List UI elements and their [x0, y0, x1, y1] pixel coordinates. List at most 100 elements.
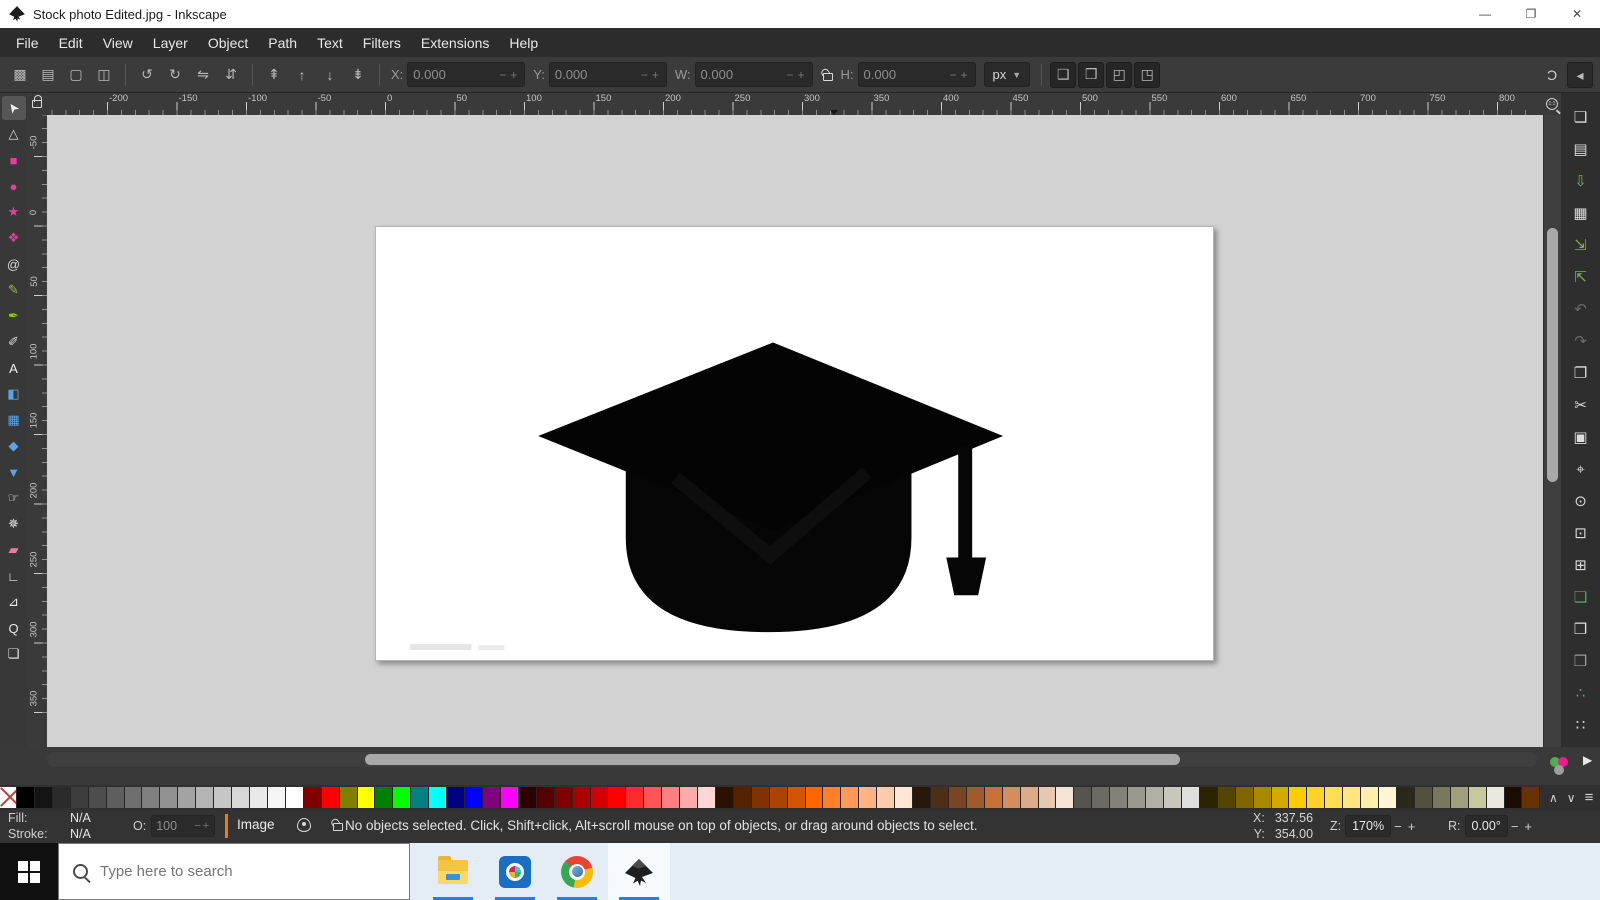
palette-swatch[interactable] — [501, 787, 519, 808]
commands-more-button[interactable]: ▶ — [1583, 753, 1592, 767]
palette-swatch[interactable] — [895, 787, 913, 808]
menu-item[interactable]: View — [93, 31, 143, 55]
select-all-layers-button[interactable]: ▤ — [35, 62, 61, 88]
guide-lock-corner[interactable] — [27, 93, 47, 115]
y-increment[interactable]: + — [650, 68, 661, 82]
menu-item[interactable]: Layer — [143, 31, 198, 55]
palette-swatch[interactable] — [89, 787, 107, 808]
color-management-icon[interactable] — [1548, 755, 1570, 777]
palette-swatch[interactable] — [1182, 787, 1200, 808]
palette-swatch[interactable] — [1289, 787, 1307, 808]
palette-swatch[interactable] — [680, 787, 698, 808]
canvas[interactable] — [47, 115, 1543, 747]
paint-bucket-tool[interactable]: ▼ — [2, 460, 26, 484]
zoom-page-button[interactable]: ⊡ — [1567, 519, 1595, 547]
palette-none-swatch[interactable] — [0, 787, 17, 808]
measure-tool[interactable]: ⊿ — [2, 590, 26, 614]
palette-swatch[interactable] — [841, 787, 859, 808]
taskbar-search[interactable] — [58, 843, 410, 900]
palette-swatch[interactable] — [1487, 787, 1505, 808]
tweak-tool[interactable]: ☞ — [2, 486, 26, 510]
minimize-button[interactable]: — — [1462, 0, 1508, 28]
snap-toggle-button[interactable]: Ɔ — [1539, 62, 1565, 88]
y-decrement[interactable]: − — [639, 68, 650, 82]
palette-swatch[interactable] — [1361, 787, 1379, 808]
palette-swatch[interactable] — [1128, 787, 1146, 808]
pen-tool[interactable]: ✒ — [2, 304, 26, 328]
move-gradients-toggle[interactable]: ◰ — [1106, 62, 1132, 88]
vertical-scrollbar[interactable] — [1544, 115, 1561, 747]
duplicate-button[interactable]: ❏ — [1567, 583, 1595, 611]
vertical-scrollbar-thumb[interactable] — [1547, 228, 1558, 482]
selector-tool[interactable]: ➤ — [2, 96, 26, 120]
import-button[interactable]: ⇲ — [1567, 231, 1595, 259]
palette-swatch[interactable] — [537, 787, 555, 808]
palette-swatch[interactable] — [393, 787, 411, 808]
palette-swatch[interactable] — [196, 787, 214, 808]
menu-item[interactable]: Help — [499, 31, 548, 55]
palette-swatch[interactable] — [662, 787, 680, 808]
spiral-tool[interactable]: @ — [2, 252, 26, 276]
text-tool[interactable]: A — [2, 356, 26, 380]
palette-menu-button[interactable]: ≡ — [1585, 789, 1594, 806]
zoom-page-width-button[interactable]: ⊞ — [1567, 551, 1595, 579]
palette-swatch[interactable] — [340, 787, 358, 808]
palette-swatch[interactable] — [286, 787, 304, 808]
opacity-increment[interactable]: + — [202, 820, 210, 832]
palette-swatch[interactable] — [35, 787, 53, 808]
zoom-increment[interactable]: + — [1405, 819, 1419, 834]
undo-button[interactable]: ↶ — [1567, 295, 1595, 323]
stroke-value[interactable]: N/A — [70, 827, 91, 843]
menu-item[interactable]: Filters — [353, 31, 411, 55]
palette-swatch[interactable] — [555, 787, 573, 808]
export-button[interactable]: ⇱ — [1567, 263, 1595, 291]
palette-swatch[interactable] — [1522, 787, 1540, 808]
w-increment[interactable]: + — [796, 68, 807, 82]
open-document-button[interactable]: ▤ — [1567, 135, 1595, 163]
paste-button[interactable]: ▣ — [1567, 423, 1595, 451]
search-input[interactable] — [100, 863, 350, 880]
unit-dropdown[interactable]: px▼ — [984, 62, 1031, 87]
palette-swatch[interactable] — [716, 787, 734, 808]
palette-swatch[interactable] — [1343, 787, 1361, 808]
h-increment[interactable]: + — [959, 68, 970, 82]
restore-button[interactable]: ❐ — [1508, 0, 1554, 28]
palette-swatch[interactable] — [1146, 787, 1164, 808]
palette-swatch[interactable] — [483, 787, 501, 808]
x-input[interactable] — [413, 67, 497, 82]
palette-swatch[interactable] — [788, 787, 806, 808]
palette-swatch[interactable] — [1505, 787, 1523, 808]
layer-visibility-icon[interactable] — [297, 818, 311, 832]
zoom-value[interactable]: 170% — [1345, 815, 1391, 837]
palette-swatch[interactable] — [698, 787, 716, 808]
horizontal-scrollbar-thumb[interactable] — [365, 754, 1180, 765]
scale-corners-toggle[interactable]: ❒ — [1078, 62, 1104, 88]
node-tool[interactable]: △ — [2, 122, 26, 146]
palette-swatch[interactable] — [1164, 787, 1182, 808]
3dbox-tool[interactable]: ❖ — [2, 226, 26, 250]
menu-item[interactable]: Edit — [49, 31, 93, 55]
palette-swatch[interactable] — [770, 787, 788, 808]
palette-swatch[interactable] — [214, 787, 232, 808]
rotation-value[interactable]: 0.00° — [1465, 815, 1508, 837]
palette-swatch[interactable] — [178, 787, 196, 808]
mesh-tool[interactable]: ▦ — [2, 408, 26, 432]
dropper-tool[interactable]: ◆ — [2, 434, 26, 458]
palette-swatch[interactable] — [573, 787, 591, 808]
palette-swatch[interactable] — [1039, 787, 1057, 808]
gradient-tool[interactable]: ◧ — [2, 382, 26, 406]
palette-swatch[interactable] — [913, 787, 931, 808]
menu-item[interactable]: File — [6, 31, 49, 55]
palette-swatch[interactable] — [644, 787, 662, 808]
x-decrement[interactable]: − — [497, 68, 508, 82]
opacity-value[interactable]: 100 — [156, 819, 193, 833]
zoom-corner-icon[interactable]: 1:1 — [1543, 93, 1561, 115]
y-input[interactable] — [555, 67, 639, 82]
calligraphy-tool[interactable]: ✐ — [2, 330, 26, 354]
close-button[interactable]: ✕ — [1554, 0, 1600, 28]
rotate-ccw-button[interactable]: ↺ — [134, 62, 160, 88]
palette-swatch[interactable] — [17, 787, 35, 808]
palette-swatch[interactable] — [859, 787, 877, 808]
palette-swatch[interactable] — [358, 787, 376, 808]
horizontal-scrollbar[interactable] — [47, 752, 1537, 767]
